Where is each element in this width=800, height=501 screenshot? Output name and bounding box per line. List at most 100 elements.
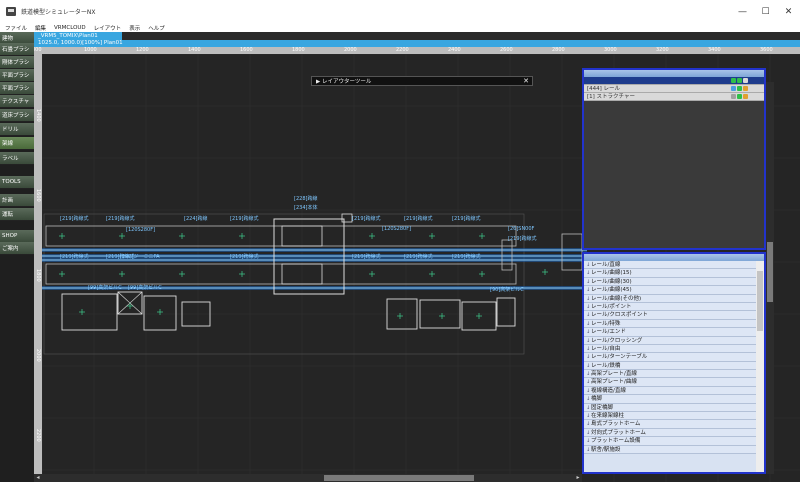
parts-scroll-thumb[interactable] [757,271,763,331]
layer-toggle-icon[interactable] [737,94,742,99]
menu-vrmcloud[interactable]: VRMCLOUD [49,25,89,31]
parts-list-item[interactable]: レール/鉄橋 [584,361,758,371]
maximize-button[interactable]: ☐ [754,0,777,23]
layer-toggle-icon[interactable] [731,94,736,99]
layout-object-label[interactable]: [219]跨線式 [352,215,380,222]
parts-list-item[interactable]: レール/曲線(30) [584,277,758,287]
parts-list-item[interactable]: レール/曲線(45) [584,286,758,295]
parts-list-item[interactable]: 島式プラットホーム [584,420,758,429]
layout-object-label[interactable]: [224]跨線 [184,215,207,222]
layer-row[interactable] [584,77,764,85]
layer-toggle-icon[interactable] [737,78,742,83]
parts-panel-header[interactable] [584,254,764,261]
parts-list-item[interactable]: レール/自由 [584,344,758,354]
parts-list-item[interactable]: 高架プレート/曲線 [584,378,758,387]
tool-button[interactable]: テクスチャ [0,95,34,108]
minimize-button[interactable]: — [731,0,754,23]
close-button[interactable]: ✕ [777,0,800,23]
layer-toggle-icon[interactable] [743,86,748,91]
menu-help[interactable]: ヘルプ [143,24,168,32]
layout-object-label[interactable]: [234]本体 [294,204,317,211]
horizontal-scrollbar[interactable]: ◂ ▸ [34,474,582,482]
layer-row[interactable]: [444] レール [584,85,764,93]
ruler-tick-label: 1200 [136,47,149,53]
parts-list-item[interactable]: レール/クロッシング [584,336,758,345]
parts-list-item[interactable]: 対向式プラットホーム [584,428,758,438]
tool-button[interactable]: 架線 [0,137,34,150]
layout-object-label[interactable]: [219]跨線式 [404,253,432,260]
window-title: 鉄道模型シミュレーターNX [21,9,96,16]
layout-object-label[interactable]: [120S280F] [382,226,411,232]
parts-scrollbar[interactable] [756,261,764,472]
layout-object-label[interactable]: [120S280F] [126,227,155,233]
layer-panel-header[interactable] [584,70,764,77]
parts-list-item[interactable]: 駅舎/駅施設 [584,445,758,454]
layout-object-label[interactable]: [222]ジ・ミニPA [120,254,160,260]
layer-toggle-icon[interactable] [743,94,748,99]
ruler-tick-label: 1600 [240,47,253,53]
layout-object-label[interactable]: [219]跨線式 [60,253,88,260]
layout-object-label[interactable]: [90]高架ビルC [490,286,524,293]
coordinate-readout: 1025.0, 1000.0)[100%] Plan01 [38,40,123,46]
vertical-scroll-thumb[interactable] [767,242,773,302]
layout-object-label[interactable]: [219]跨線式 [60,215,88,222]
tool-button[interactable]: 平面プラシ [0,82,34,95]
layer-row[interactable]: [1] ストラクチャー [584,93,764,101]
layout-object-label[interactable]: [219]跨線式 [230,253,258,260]
tool-button[interactable]: 運転 [0,208,34,221]
layout-object-label[interactable]: [219]跨線式 [106,215,134,222]
layer-toggle-icon[interactable] [737,86,742,91]
document-tab[interactable]: _VRM5_TOMIX\Plan01 [34,32,122,40]
tool-button[interactable]: 道床プラシ [0,109,34,122]
parts-list-item[interactable]: レール/エンド [584,328,758,337]
scroll-right-icon[interactable]: ▸ [574,474,582,482]
parts-list-item[interactable]: レール/直線 [584,261,758,270]
layer-toggle-icon[interactable] [731,86,736,91]
tool-button[interactable]: ご案内 [0,242,34,255]
tool-button[interactable]: ラベル [0,152,34,165]
layout-object-label[interactable]: [228]跨線 [294,195,317,202]
layout-object-label[interactable]: [219]跨線式 [352,253,380,260]
layout-object-label[interactable]: [219]跨線式 [230,215,258,222]
parts-list-item[interactable]: レール/曲線(15) [584,269,758,278]
parts-list-item[interactable]: プラットホーム設備 [584,437,758,446]
menu-view[interactable]: 表示 [124,24,143,32]
parts-list-item[interactable]: 橋脚 [584,395,758,404]
parts-list-item[interactable]: レール/クロスポイント [584,311,758,320]
layouter-tool-bar[interactable]: ▶ レイアウターツール ✕ [311,76,533,86]
parts-list-item[interactable]: 高架プレート/直線 [584,370,758,379]
layout-object-label[interactable]: [219]跨線式 [508,235,536,242]
tool-button[interactable]: 計画 [0,194,34,207]
menu-layout[interactable]: レイアウト [89,24,125,32]
ruler-tick-label: 800 [34,47,42,53]
layout-object-label[interactable]: [219]跨線式 [452,253,480,260]
parts-list-item[interactable]: レール/特殊 [584,319,758,329]
building [61,293,118,331]
tool-button[interactable]: 平面プラシ [0,69,34,82]
layer-toggle-icon[interactable] [743,78,748,83]
parts-list-item[interactable]: レール/ポイント [584,302,758,312]
parts-list-item[interactable]: 固定橋脚 [584,403,758,412]
parts-list-item[interactable]: レール/曲線(その他) [584,294,758,303]
menu-edit[interactable]: 編集 [30,24,49,32]
tool-button[interactable]: TOOLS [0,176,34,189]
tool-button[interactable]: ドリル [0,123,34,136]
menu-file[interactable]: ファイル [0,24,30,32]
tool-button[interactable]: 剛体プラシ [0,56,34,69]
title-bar: 鉄道模型シミュレーターNX — ☐ ✕ [0,0,800,23]
layout-object-label[interactable]: [99]高架ビルC [88,284,122,291]
layout-object-label[interactable]: [26]SN00F [508,226,535,232]
layout-object-label[interactable]: [219]跨線式 [452,215,480,222]
layer-toggle-icon[interactable] [731,78,736,83]
vertical-scrollbar[interactable] [766,82,774,474]
parts-list-item[interactable]: 在来線架線柱 [584,412,758,421]
tool-button[interactable]: 石畳プラシ [0,43,34,56]
layout-object-label[interactable]: [219]跨線式 [404,215,432,222]
layouter-tool-close-icon[interactable]: ✕ [523,77,529,86]
layer-list: [444] レール [1] ストラクチャー [584,77,764,101]
layout-object-label[interactable]: [99]高架ビルC [128,284,162,291]
horizontal-scroll-thumb[interactable] [324,475,474,481]
scroll-left-icon[interactable]: ◂ [34,474,42,482]
parts-list-item[interactable]: レール/ターンテーブル [584,353,758,362]
parts-list-item[interactable]: 複線構造/直線 [584,386,758,396]
